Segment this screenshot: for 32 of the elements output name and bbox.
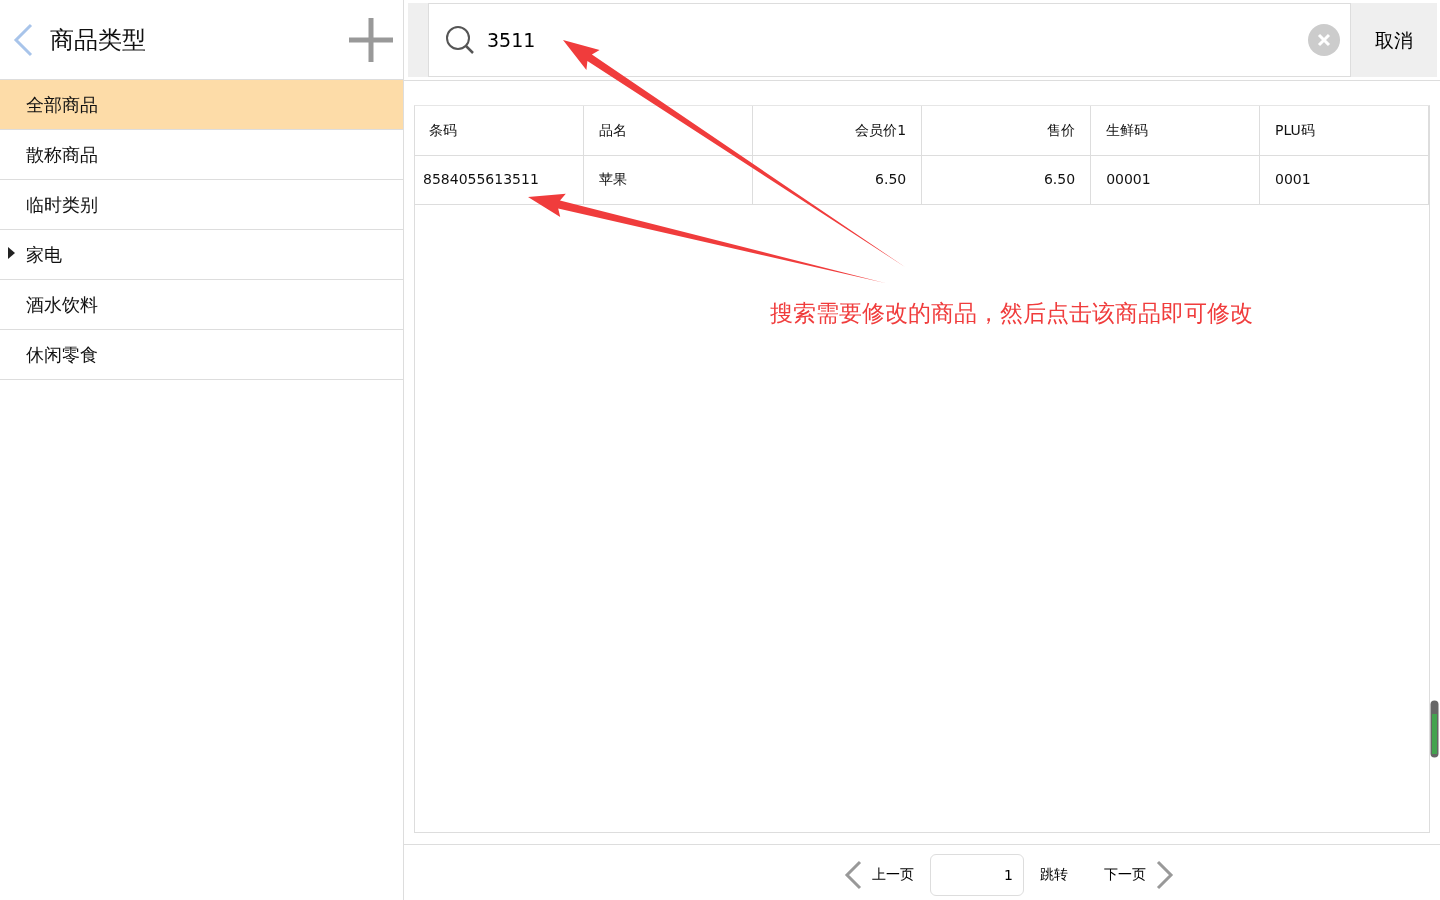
- category-item[interactable]: 酒水饮料: [0, 280, 403, 330]
- sidebar-title: 商品类型: [50, 24, 146, 56]
- search-icon: [445, 25, 475, 55]
- next-page-button[interactable]: 下一页: [1098, 864, 1152, 885]
- table-cell: 00001: [1090, 155, 1260, 204]
- column-header[interactable]: 售价: [921, 106, 1091, 155]
- category-label: 家电: [26, 243, 62, 267]
- expand-caret-icon[interactable]: [8, 247, 15, 259]
- add-icon[interactable]: [349, 17, 393, 62]
- search-bar[interactable]: 3511: [428, 3, 1351, 77]
- column-header[interactable]: PLU码: [1259, 106, 1429, 155]
- chevron-left-icon[interactable]: [844, 859, 862, 890]
- close-icon: [1317, 33, 1331, 47]
- jump-button[interactable]: 跳转: [1034, 864, 1074, 885]
- search-input[interactable]: 3511: [485, 24, 1308, 56]
- category-item[interactable]: 散称商品: [0, 130, 403, 180]
- category-item[interactable]: 临时类别: [0, 180, 403, 230]
- scroll-handle-icon[interactable]: [1430, 700, 1439, 758]
- annotation-text: 搜索需要修改的商品，然后点击该商品即可修改: [770, 299, 1253, 328]
- category-item[interactable]: 全部商品: [0, 80, 403, 130]
- category-item[interactable]: 家电: [0, 230, 403, 280]
- category-item[interactable]: 休闲零食: [0, 330, 403, 380]
- page-input[interactable]: 1: [930, 853, 1024, 896]
- chevron-right-icon[interactable]: [1156, 859, 1174, 890]
- table-cell: 6.50: [921, 155, 1091, 204]
- clear-button[interactable]: [1308, 24, 1340, 56]
- column-header[interactable]: 条码: [415, 106, 584, 155]
- table-cell: 0001: [1259, 155, 1429, 204]
- back-icon[interactable]: [12, 22, 34, 57]
- prev-page-button[interactable]: 上一页: [866, 864, 920, 885]
- column-header[interactable]: 生鲜码: [1090, 106, 1260, 155]
- column-header[interactable]: 会员价1: [752, 106, 922, 155]
